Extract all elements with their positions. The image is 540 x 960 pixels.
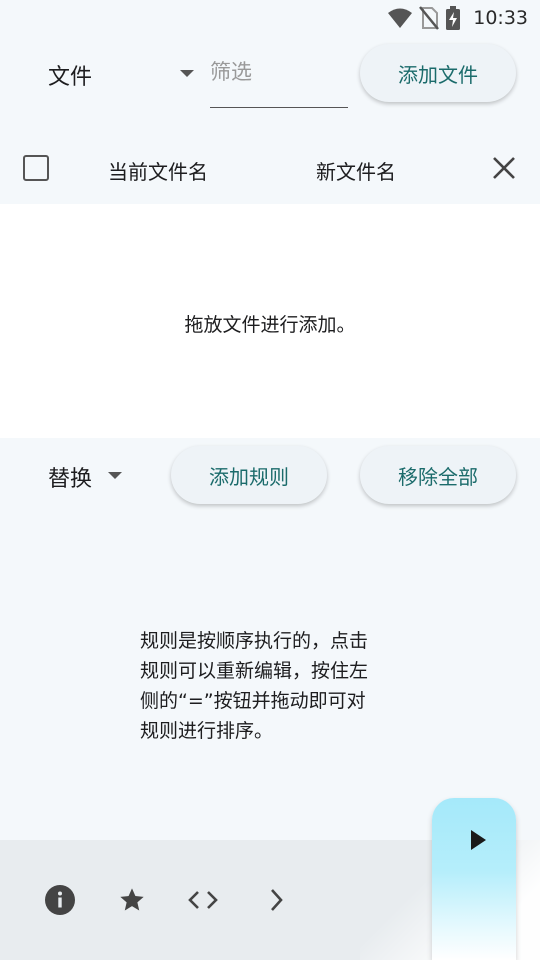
wifi-icon	[388, 8, 413, 28]
star-icon	[120, 888, 144, 911]
info-button[interactable]	[43, 883, 77, 917]
chevron-right-icon	[271, 889, 283, 911]
rules-hint: 规则是按顺序执行的，点击 规则可以重新编辑，按住左 侧的“=”按钮并拖动即可对 …	[140, 626, 420, 746]
add-rule-label: 添加规则	[209, 464, 289, 489]
remove-all-label: 移除全部	[398, 464, 478, 489]
remove-all-button[interactable]: 移除全部	[360, 446, 516, 504]
rules-hint-line: 规则可以重新编辑，按住左	[140, 660, 369, 682]
info-icon	[45, 885, 75, 915]
rules-hint-line: 侧的“=”按钮并拖动即可对	[140, 690, 366, 712]
file-type-dropdown[interactable]: 文件	[48, 58, 198, 92]
column-new-name: 新文件名	[316, 160, 396, 184]
code-icon	[188, 891, 218, 909]
filter-field[interactable]	[210, 56, 348, 108]
add-file-button[interactable]: 添加文件	[360, 44, 516, 102]
file-list-header: 当前文件名 新文件名	[0, 134, 540, 204]
rules-hint-line: 规则是按顺序执行的，点击	[140, 630, 369, 652]
clear-list-button[interactable]	[488, 152, 520, 184]
drop-hint: 拖放文件进行添加。	[184, 314, 356, 336]
rule-type-dropdown[interactable]: 替换	[48, 460, 138, 494]
status-bar: 10:33	[0, 0, 540, 36]
run-fab-button[interactable]	[432, 798, 516, 960]
close-icon	[493, 157, 515, 179]
column-current-name: 当前文件名	[108, 160, 208, 184]
add-rule-button[interactable]: 添加规则	[171, 446, 327, 504]
rules-hint-line: 规则进行排序。	[140, 720, 274, 742]
dropdown-caret-icon	[180, 70, 194, 77]
select-all-checkbox[interactable]	[23, 155, 49, 181]
rule-type-label: 替换	[48, 467, 93, 492]
status-icons: 10:33	[387, 6, 528, 30]
battery-charging-icon	[446, 6, 461, 30]
favorite-button[interactable]	[115, 883, 149, 917]
file-type-label: 文件	[48, 65, 93, 90]
status-time: 10:33	[473, 7, 528, 29]
add-file-label: 添加文件	[398, 62, 478, 87]
play-icon	[471, 830, 486, 850]
dropdown-caret-icon	[108, 472, 122, 479]
filter-input[interactable]	[210, 56, 348, 84]
next-button[interactable]	[259, 883, 293, 917]
file-drop-area[interactable]: 拖放文件进行添加。	[0, 204, 540, 438]
code-button[interactable]	[186, 883, 220, 917]
no-sim-icon	[419, 6, 440, 30]
